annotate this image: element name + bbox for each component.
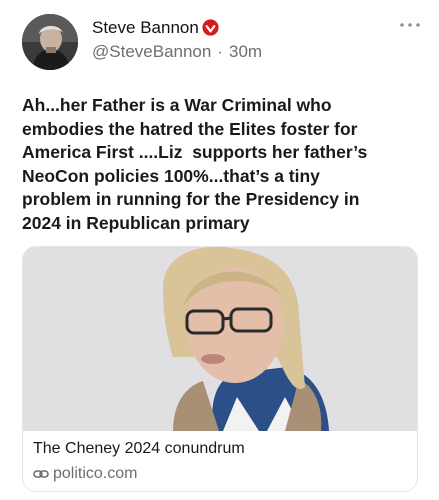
author-display-name[interactable]: Steve Bannon: [92, 18, 199, 38]
link-card[interactable]: The Cheney 2024 conundrum politico.com: [22, 246, 418, 492]
link-card-title[interactable]: The Cheney 2024 conundrum: [33, 440, 245, 458]
link-icon: [33, 470, 49, 478]
tweet-text: Ah...her Father is a War Criminal who em…: [22, 95, 368, 233]
meta-separator: ·: [217, 42, 224, 61]
timestamp[interactable]: 30m: [229, 42, 262, 61]
link-card-domain-row[interactable]: politico.com: [33, 465, 137, 483]
verified-badge-icon: [202, 19, 219, 36]
avatar[interactable]: [22, 14, 78, 70]
more-options-icon[interactable]: [399, 20, 421, 30]
link-card-image: [23, 247, 417, 431]
author-handle[interactable]: @SteveBannon: [92, 42, 211, 61]
author-meta: @SteveBannon · 30m: [92, 42, 262, 62]
link-card-domain: politico.com: [53, 465, 138, 482]
avatar-image: [22, 14, 78, 70]
